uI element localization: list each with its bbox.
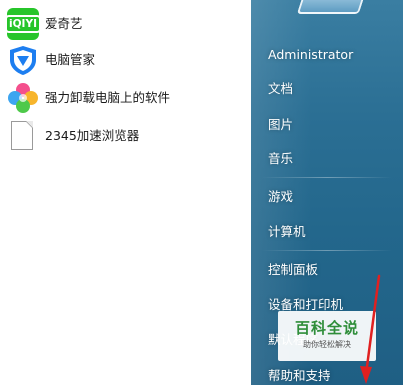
red-arrow-annotation	[360, 274, 381, 384]
